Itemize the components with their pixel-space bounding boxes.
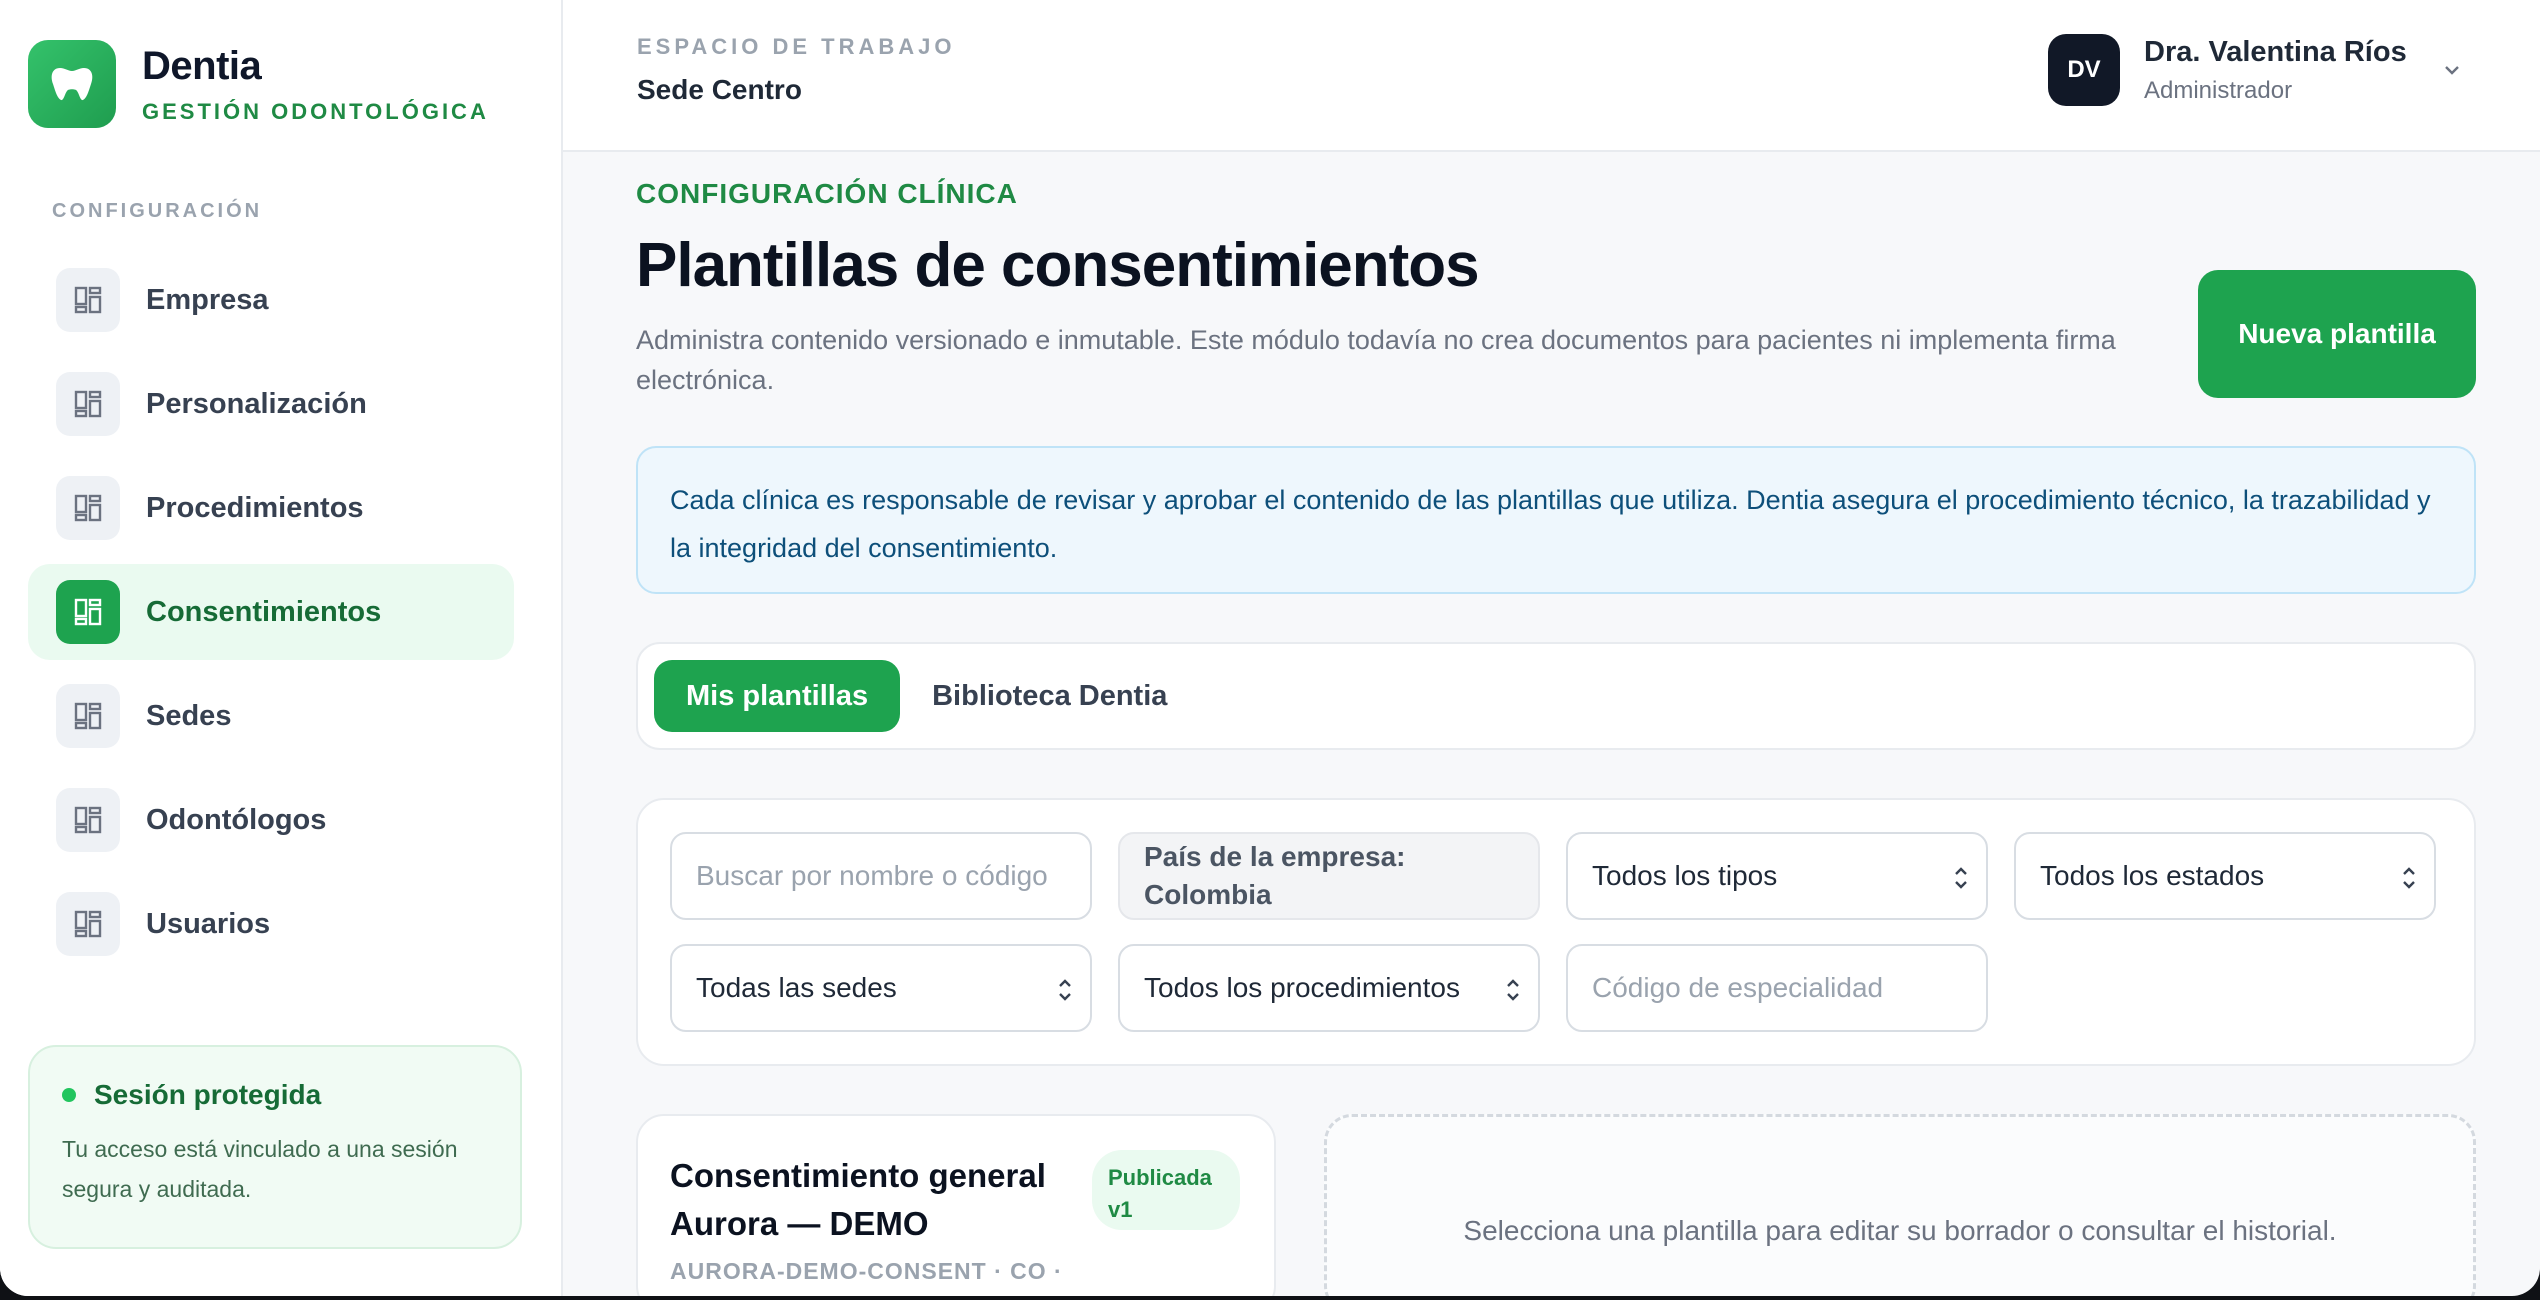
template-card-code: AURORA-DEMO-CONSENT · CO ·	[670, 1258, 1063, 1284]
select-arrows-icon	[1507, 979, 1519, 1001]
country-field: País de la empresa: Colombia	[1118, 832, 1540, 920]
empty-state-message: Selecciona una plantilla para editar su …	[1463, 1215, 2337, 1246]
top-header: ESPACIO DE TRABAJO Sede Centro DV Dra. V…	[563, 0, 2540, 152]
filters-panel: Buscar por nombre o código País de la em…	[636, 798, 2476, 1066]
sidebar-item-empresa[interactable]: Empresa	[28, 252, 514, 348]
user-name: Dra. Valentina Ríos	[2144, 35, 2407, 68]
status-select[interactable]: Todos los estados	[2014, 832, 2436, 920]
sidebar-item-label: Consentimientos	[146, 595, 382, 628]
tab-biblioteca-dentia[interactable]: Biblioteca Dentia	[900, 660, 1199, 732]
sidebar-section-label: CONFIGURACIÓN	[52, 200, 263, 222]
procedure-select-value: Todos los procedimientos	[1144, 972, 1460, 1003]
sidebar-item-odontologos[interactable]: Odontólogos	[28, 772, 514, 868]
brand[interactable]: Dentia GESTIÓN ODONTOLÓGICA	[28, 40, 489, 128]
session-title: Sesión protegida	[94, 1079, 322, 1110]
workspace-value[interactable]: Sede Centro	[637, 74, 802, 106]
avatar: DV	[2048, 34, 2120, 106]
type-select[interactable]: Todos los tipos	[1566, 832, 1988, 920]
sidebar-item-label: Sedes	[146, 699, 232, 732]
sidebar-item-label: Personalización	[146, 387, 367, 420]
procedure-select[interactable]: Todos los procedimientos	[1118, 944, 1540, 1032]
brand-tagline: GESTIÓN ODONTOLÓGICA	[142, 98, 489, 124]
sidebar-item-label: Odontólogos	[146, 803, 327, 836]
sidebar-item-label: Procedimientos	[146, 491, 364, 524]
specialty-code-input[interactable]: Código de especialidad	[1566, 944, 1988, 1032]
sidebar-item-sedes[interactable]: Sedes	[28, 668, 514, 764]
sidebar-item-procedimientos[interactable]: Procedimientos	[28, 460, 514, 556]
workspace-label: ESPACIO DE TRABAJO	[637, 34, 956, 59]
dashboard-icon	[56, 580, 120, 644]
status-select-value: Todos los estados	[2040, 860, 2265, 891]
template-card-title: Consentimiento general Aurora — DEMO	[670, 1157, 1046, 1242]
search-input[interactable]: Buscar por nombre o código	[670, 832, 1092, 920]
dashboard-icon	[56, 684, 120, 748]
tooth-logo-icon	[28, 40, 116, 128]
session-status-panel: Sesión protegida Tu acceso está vinculad…	[28, 1045, 522, 1249]
type-select-value: Todos los tipos	[1592, 860, 1778, 891]
app-window: Dentia GESTIÓN ODONTOLÓGICA CONFIGURACIÓ…	[0, 0, 2540, 1296]
dashboard-icon	[56, 268, 120, 332]
site-select-value: Todas las sedes	[696, 972, 897, 1003]
empty-detail-panel: Selecciona una plantilla para editar su …	[1324, 1114, 2476, 1296]
sidebar-item-label: Usuarios	[146, 907, 271, 940]
select-arrows-icon	[1059, 979, 1071, 1001]
brand-name: Dentia	[142, 43, 262, 88]
page-eyebrow: CONFIGURACIÓN CLÍNICA	[636, 178, 1018, 209]
responsibility-notice: Cada clínica es responsable de revisar y…	[636, 446, 2476, 594]
status-dot-icon	[62, 1088, 76, 1102]
dashboard-icon	[56, 476, 120, 540]
user-role: Administrador	[2144, 76, 2293, 104]
status-badge: Publicada v1	[1092, 1150, 1240, 1230]
sidebar-item-consentimientos[interactable]: Consentimientos	[28, 564, 514, 660]
site-select[interactable]: Todas las sedes	[670, 944, 1092, 1032]
select-arrows-icon	[1955, 867, 1967, 889]
new-template-button[interactable]: Nueva plantilla	[2198, 270, 2476, 398]
chevron-down-icon[interactable]	[2441, 59, 2463, 81]
sidebar-item-label: Empresa	[146, 283, 269, 316]
sidebar: Dentia GESTIÓN ODONTOLÓGICA CONFIGURACIÓ…	[0, 0, 563, 1296]
sidebar-item-personalizacion[interactable]: Personalización	[28, 356, 514, 452]
sidebar-item-usuarios[interactable]: Usuarios	[28, 876, 514, 972]
page-title: Plantillas de consentimientos	[636, 231, 1480, 300]
dashboard-icon	[56, 372, 120, 436]
dashboard-icon	[56, 892, 120, 956]
tab-mis-plantillas[interactable]: Mis plantillas	[654, 660, 901, 732]
session-description: Tu acceso está vinculado a una sesión se…	[62, 1136, 458, 1202]
template-card[interactable]: Consentimiento general Aurora — DEMO Pub…	[636, 1114, 1276, 1296]
select-arrows-icon	[2403, 867, 2415, 889]
dashboard-icon	[56, 788, 120, 852]
user-menu[interactable]: DV Dra. Valentina Ríos Administrador	[2048, 34, 2463, 106]
template-tabs: Mis plantillas Biblioteca Dentia	[636, 642, 2476, 750]
page-description: Administra contenido versionado e inmuta…	[636, 325, 2116, 395]
